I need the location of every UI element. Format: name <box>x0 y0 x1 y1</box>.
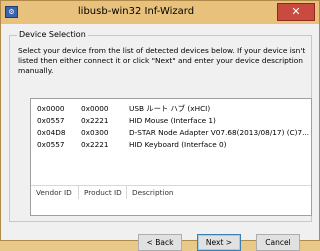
description-cell: HID Mouse (Interface 1) <box>129 116 216 125</box>
product-id-cell: 0x2221 <box>81 140 109 149</box>
description-cell: USB ルート ハブ (xHCI) <box>129 104 211 113</box>
window-title: libusb-win32 Inf-Wizard <box>77 6 195 17</box>
vendor-id-cell: 0x0000 <box>37 104 65 113</box>
column-header-vendor-id[interactable]: Vendor ID <box>31 186 79 199</box>
instructions-text: Select your device from the list of dete… <box>18 46 306 75</box>
column-header-description[interactable]: Description <box>127 186 311 199</box>
device-row[interactable]: 0x0557 0x2221 HID Keyboard (Interface 0) <box>31 140 311 150</box>
title-bar[interactable]: ⚙ libusb-win32 Inf-Wizard ✕ <box>1 1 319 24</box>
device-row[interactable]: 0x04D8 0x0300 D-STAR Node Adapter V07.68… <box>31 128 311 138</box>
wizard-window: ⚙ libusb-win32 Inf-Wizard ✕ Device Selec… <box>0 0 320 251</box>
vendor-id-cell: 0x0557 <box>37 140 65 149</box>
device-selection-group: Device Selection Select your device from… <box>9 30 312 222</box>
next-button[interactable]: Next > <box>197 234 241 251</box>
description-cell: D-STAR Node Adapter V07.68(2013/08/17) (… <box>129 128 309 137</box>
wizard-body: Device Selection Select your device from… <box>5 24 315 251</box>
product-id-cell: 0x2221 <box>81 116 109 125</box>
cancel-button[interactable]: Cancel <box>256 234 300 251</box>
product-id-cell: 0x0300 <box>81 128 109 137</box>
vendor-id-cell: 0x0557 <box>37 116 65 125</box>
description-cell: HID Keyboard (Interface 0) <box>129 140 227 149</box>
device-row[interactable]: 0x0000 0x0000 USB ルート ハブ (xHCI) <box>31 104 311 114</box>
device-row[interactable]: 0x0557 0x2221 HID Mouse (Interface 1) <box>31 116 311 126</box>
device-list[interactable]: 0x0000 0x0000 USB ルート ハブ (xHCI) 0x0557 0… <box>30 98 312 216</box>
group-label: Device Selection <box>17 30 88 39</box>
back-button[interactable]: < Back <box>138 234 182 251</box>
close-button[interactable]: ✕ <box>277 3 315 21</box>
column-header-row: Vendor ID Product ID Description <box>31 185 311 200</box>
column-header-product-id[interactable]: Product ID <box>79 186 127 199</box>
vendor-id-cell: 0x04D8 <box>37 128 66 137</box>
product-id-cell: 0x0000 <box>81 104 109 113</box>
